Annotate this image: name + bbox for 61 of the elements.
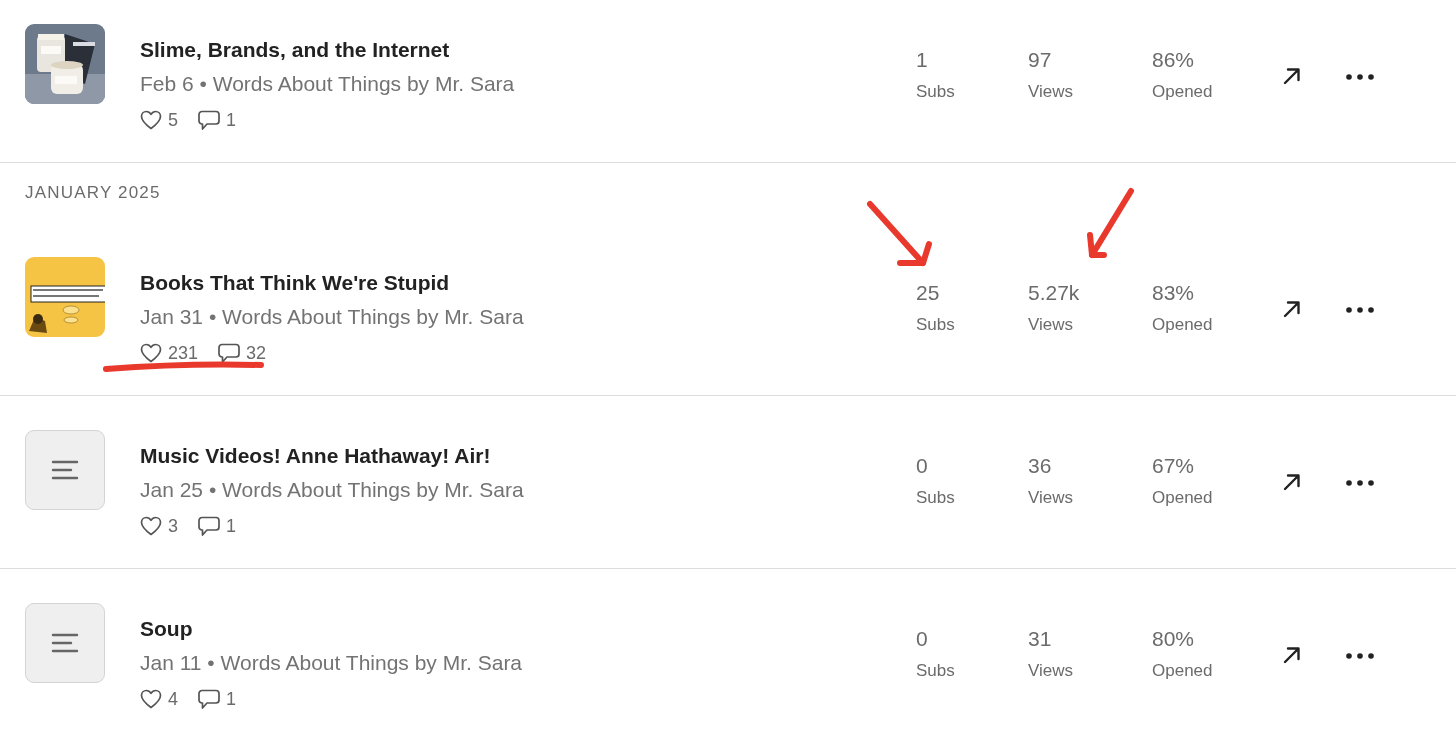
stat-value: 31 xyxy=(1028,626,1052,652)
comment-icon[interactable] xyxy=(218,342,241,364)
comment-icon[interactable] xyxy=(198,109,220,131)
like-count: 3 xyxy=(168,516,178,536)
more-icon[interactable] xyxy=(1346,307,1374,313)
stat-label: Views xyxy=(1028,487,1074,509)
stat-value: 86% xyxy=(1152,47,1195,73)
heart-icon[interactable] xyxy=(140,110,162,130)
more-icon[interactable] xyxy=(1346,74,1374,80)
external-link-icon[interactable] xyxy=(1282,299,1302,319)
stat-value: 36 xyxy=(1028,453,1052,479)
post-title[interactable]: Soup xyxy=(140,613,193,645)
text-lines-icon xyxy=(51,459,79,481)
post-meta: Jan 25 • Words About Things by Mr. Sara xyxy=(140,477,524,503)
comment-count: 1 xyxy=(226,516,237,536)
comment-icon[interactable] xyxy=(198,515,220,537)
like-count: 231 xyxy=(168,343,199,363)
annotation-arrow xyxy=(1087,188,1134,258)
stat-value: 0 xyxy=(916,626,928,652)
stat-label: Views xyxy=(1028,81,1074,103)
post-meta: Jan 11 • Words About Things by Mr. Sara xyxy=(140,650,523,676)
heart-icon[interactable] xyxy=(140,343,162,363)
stat-value: 25 xyxy=(916,280,940,306)
stat-value: 67% xyxy=(1152,453,1195,479)
stat-label: Views xyxy=(1028,314,1074,336)
post-title[interactable]: Music Videos! Anne Hathaway! Air! xyxy=(140,440,491,472)
stat-value: 1 xyxy=(916,47,928,73)
stat-value: 97 xyxy=(1028,47,1052,73)
post-meta: Feb 6 • Words About Things by Mr. Sara xyxy=(140,71,515,97)
heart-icon[interactable] xyxy=(140,689,162,709)
stat-value: 5.27k xyxy=(1028,280,1080,306)
comment-count: 1 xyxy=(226,689,237,709)
stat-label: Opened xyxy=(1152,314,1213,336)
annotation-arrow xyxy=(867,201,932,266)
post-title[interactable]: Slime, Brands, and the Internet xyxy=(140,34,450,66)
section-heading: JANUARY 2025 xyxy=(25,182,161,204)
external-link-icon[interactable] xyxy=(1282,472,1302,492)
comment-count: 1 xyxy=(226,110,237,130)
stat-label: Opened xyxy=(1152,81,1213,103)
stat-label: Subs xyxy=(916,314,955,336)
stat-label: Subs xyxy=(916,660,955,682)
more-icon[interactable] xyxy=(1346,480,1374,486)
stat-label: Subs xyxy=(916,487,955,509)
stat-label: Views xyxy=(1028,660,1074,682)
heart-icon[interactable] xyxy=(140,516,162,536)
stat-value: 0 xyxy=(916,453,928,479)
post-meta: Jan 31 • Words About Things by Mr. Sara xyxy=(140,304,524,330)
post-title[interactable]: Books That Think We're Stupid xyxy=(140,267,450,299)
stat-label: Subs xyxy=(916,81,955,103)
text-lines-icon xyxy=(51,632,79,654)
external-link-icon[interactable] xyxy=(1282,645,1302,665)
comment-icon[interactable] xyxy=(198,688,220,710)
stat-value: 80% xyxy=(1152,626,1195,652)
external-link-icon[interactable] xyxy=(1282,66,1302,86)
stat-label: Opened xyxy=(1152,487,1213,509)
stat-value: 83% xyxy=(1152,280,1195,306)
like-count: 5 xyxy=(168,110,178,130)
more-icon[interactable] xyxy=(1346,653,1374,659)
comment-count: 32 xyxy=(246,343,267,363)
stat-label: Opened xyxy=(1152,660,1213,682)
like-count: 4 xyxy=(168,689,178,709)
